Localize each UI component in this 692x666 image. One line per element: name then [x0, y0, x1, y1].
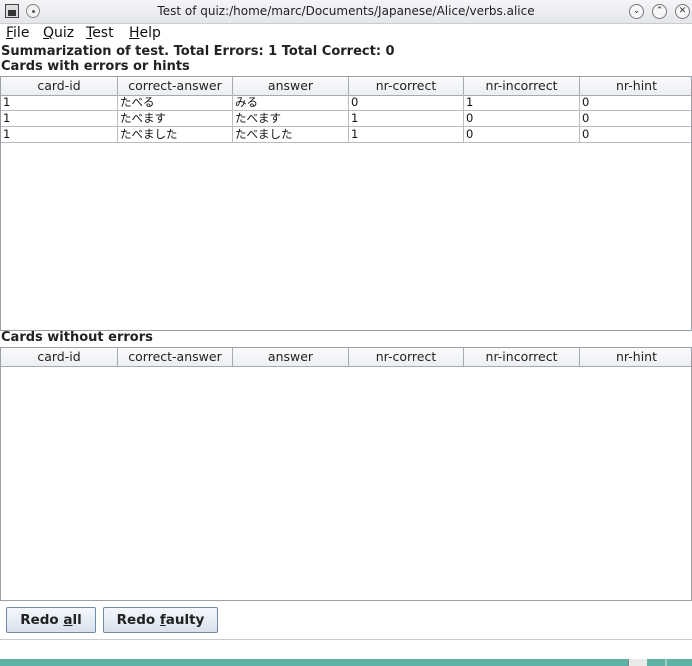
redo-faulty-button[interactable]: Redo faulty	[103, 607, 218, 633]
menu-help[interactable]: Help	[129, 25, 161, 41]
menu-file[interactable]: File	[6, 25, 29, 41]
cell-answer[interactable]: たべます	[233, 111, 349, 127]
close-icon[interactable]: ✕	[675, 4, 690, 19]
taskbar-strip	[0, 659, 692, 666]
column-header-card-id[interactable]: card-id	[1, 77, 118, 95]
ok-section-title: Cards without errors	[1, 330, 153, 345]
column-header-correct-answer[interactable]: correct-answer	[118, 77, 233, 95]
table-row[interactable]: 1 たべます たべます 1 0 0	[1, 111, 691, 127]
status-bar	[0, 639, 692, 660]
cell-correct-answer[interactable]: たべました	[118, 127, 233, 143]
quiz-test-window: Test of quiz:/home/marc/Documents/Japane…	[0, 0, 692, 666]
taskbar-item[interactable]	[628, 659, 647, 666]
column-header-nr-incorrect[interactable]: nr-incorrect	[464, 77, 580, 95]
column-header-nr-correct[interactable]: nr-correct	[349, 348, 464, 366]
menu-test[interactable]: Test	[86, 25, 114, 41]
column-header-nr-incorrect[interactable]: nr-incorrect	[464, 348, 580, 366]
cell-nr-incorrect[interactable]: 0	[464, 111, 580, 127]
cell-answer[interactable]: みる	[233, 95, 349, 111]
cell-card-id[interactable]: 1	[1, 111, 118, 127]
cell-nr-hint[interactable]: 0	[580, 127, 691, 143]
taskbar-separator	[665, 659, 667, 666]
table-row[interactable]: 1 たべる みる 0 1 0	[1, 95, 691, 111]
title-bar[interactable]: Test of quiz:/home/marc/Documents/Japane…	[0, 0, 692, 24]
cell-answer[interactable]: たべました	[233, 127, 349, 143]
column-header-answer[interactable]: answer	[233, 348, 349, 366]
cell-nr-correct[interactable]: 1	[349, 127, 464, 143]
cell-card-id[interactable]: 1	[1, 127, 118, 143]
ok-table-header: card-id correct-answer answer nr-correct…	[1, 348, 691, 367]
cell-nr-incorrect[interactable]: 1	[464, 95, 580, 111]
column-header-card-id[interactable]: card-id	[1, 348, 118, 366]
column-header-nr-hint[interactable]: nr-hint	[580, 348, 691, 366]
menu-quiz[interactable]: Quiz	[43, 25, 74, 41]
cell-nr-correct[interactable]: 0	[349, 95, 464, 111]
cell-nr-hint[interactable]: 0	[580, 111, 691, 127]
column-header-answer[interactable]: answer	[233, 77, 349, 95]
errors-table-header: card-id correct-answer answer nr-correct…	[1, 77, 691, 96]
redo-all-button[interactable]: Redo all	[6, 607, 96, 633]
errors-section-title: Cards with errors or hints	[1, 59, 190, 74]
column-header-correct-answer[interactable]: correct-answer	[118, 348, 233, 366]
table-row[interactable]: 1 たべました たべました 1 0 0	[1, 127, 691, 143]
ok-table[interactable]: card-id correct-answer answer nr-correct…	[0, 347, 692, 601]
cell-nr-incorrect[interactable]: 0	[464, 127, 580, 143]
cell-card-id[interactable]: 1	[1, 95, 118, 111]
window-title: Test of quiz:/home/marc/Documents/Japane…	[157, 4, 535, 18]
errors-table[interactable]: card-id correct-answer answer nr-correct…	[0, 76, 692, 331]
cell-nr-correct[interactable]: 1	[349, 111, 464, 127]
column-header-nr-correct[interactable]: nr-correct	[349, 77, 464, 95]
minimize-icon[interactable]: ⌄	[629, 4, 644, 19]
maximize-icon[interactable]: ⌃	[652, 4, 667, 19]
cell-correct-answer[interactable]: たべる	[118, 95, 233, 111]
cell-nr-hint[interactable]: 0	[580, 95, 691, 111]
menu-bar: File Quiz Test Help	[0, 24, 692, 44]
column-header-nr-hint[interactable]: nr-hint	[580, 77, 691, 95]
cell-correct-answer[interactable]: たべます	[118, 111, 233, 127]
summary-text: Summarization of test. Total Errors: 1 T…	[1, 44, 395, 59]
